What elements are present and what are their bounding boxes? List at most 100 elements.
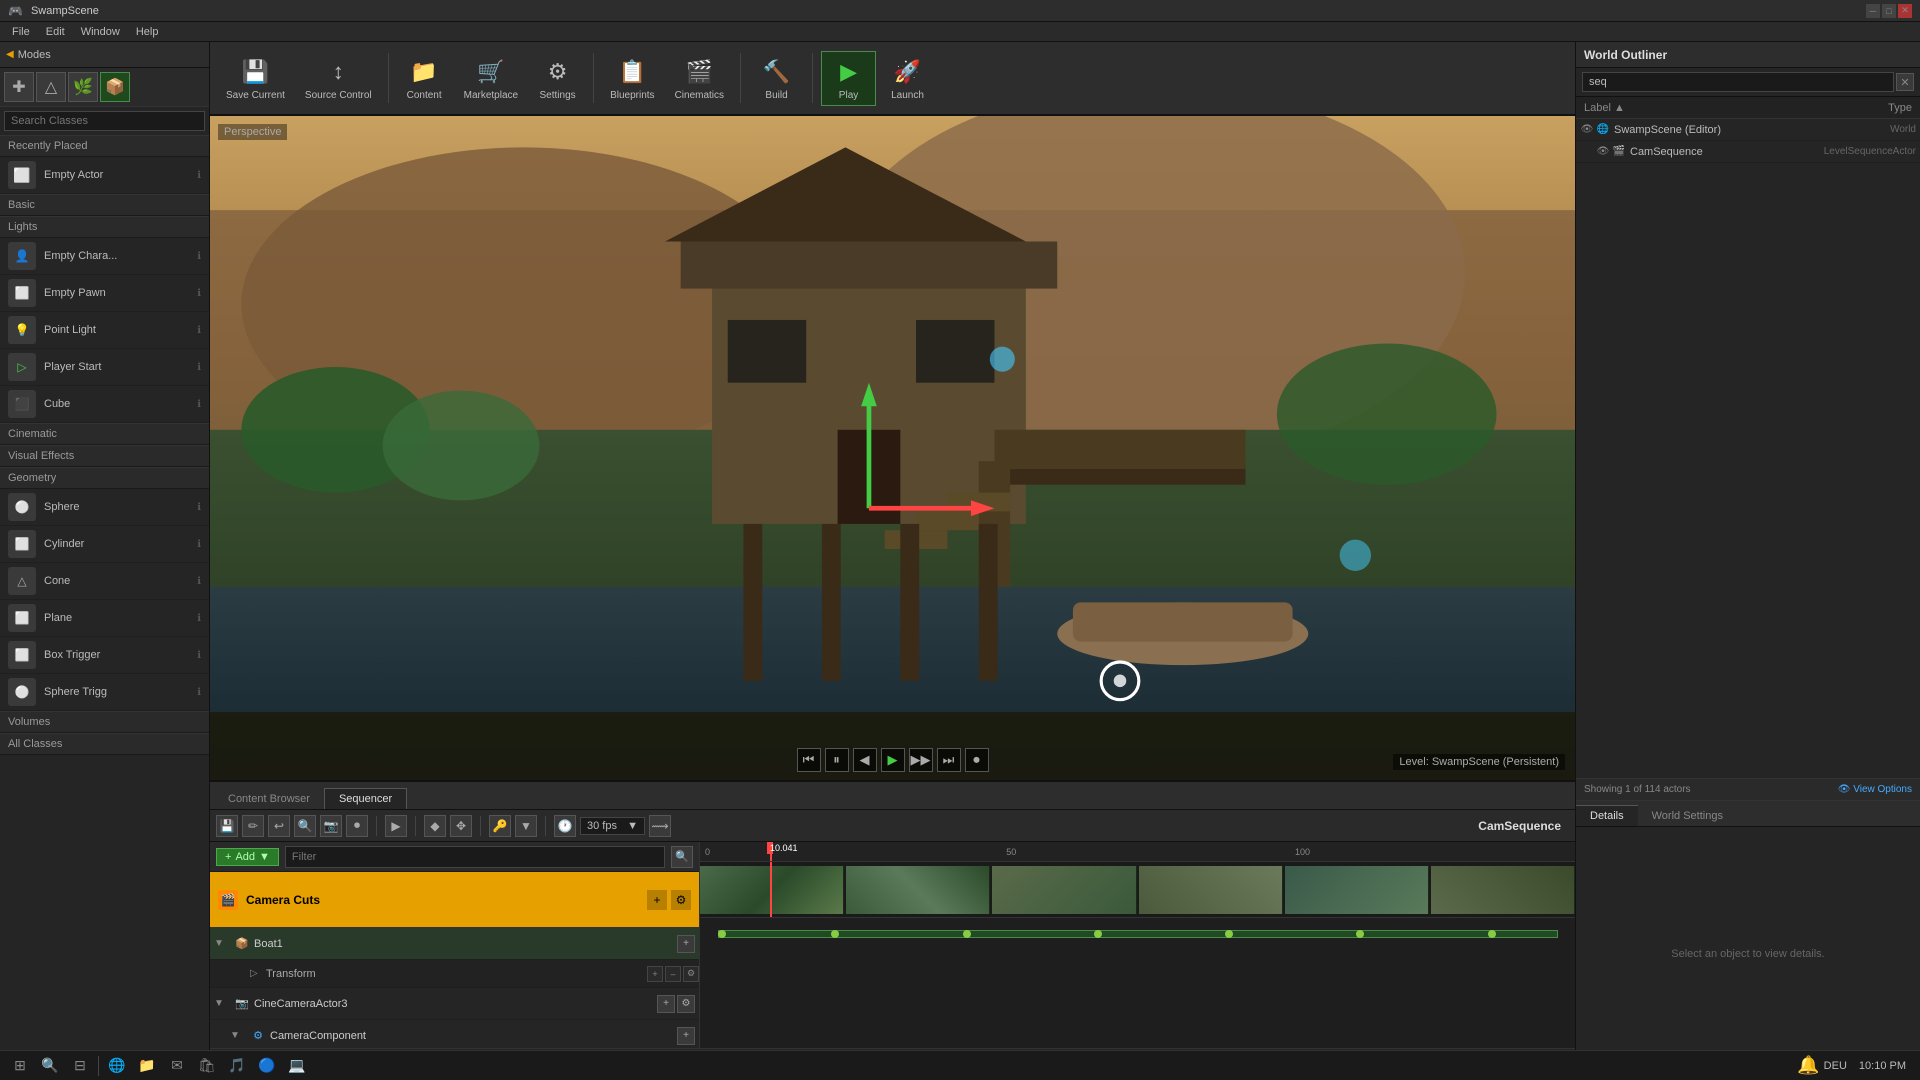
track-cinecamera3[interactable]: ▼ 📷 CineCameraActor3 + ⚙ [210,988,699,1020]
seq-search-btn[interactable]: 🔍 [294,815,316,837]
vp-ctrl-skip-start[interactable]: ⏮ [797,748,821,772]
taskbar-notification-icon[interactable]: 🔔 [1797,1055,1819,1076]
outliner-item-swampscene[interactable]: 👁 🌐 SwampScene (Editor) World [1576,119,1920,141]
source-control-button[interactable]: ↕ Source Control [297,52,380,105]
vp-ctrl-skip-end[interactable]: ⏭ [937,748,961,772]
place-item-sphere-trigg[interactable]: ⚪ Sphere Trigg ℹ [0,674,209,711]
taskbar-store-icon[interactable]: 🛍 [193,1053,221,1079]
seq-snap-btn[interactable]: ◆ [424,815,446,837]
viewport[interactable]: Perspective ⏮ ⏸ ◀ ▶ ▶▶ ⏭ ⏺ Level: SwampS… [210,116,1575,780]
place-mode-btn[interactable]: 📦 [100,72,130,102]
details-tab-world-settings[interactable]: World Settings [1638,806,1737,826]
boat1-transform-btn2[interactable]: – [665,966,681,982]
seq-find-btn[interactable]: ✏ [242,815,264,837]
camcomp-expand-icon[interactable]: ▼ [230,1030,246,1041]
build-button[interactable]: 🔨 Build [749,52,804,105]
place-item-empty-pawn[interactable]: ⬜ Empty Pawn ℹ [0,275,209,312]
place-item-cone[interactable]: △ Cone ℹ [0,563,209,600]
place-item-player-start[interactable]: ▷ Player Start ℹ [0,349,209,386]
maximize-button[interactable]: □ [1882,4,1896,18]
camera-cuts-settings-btn[interactable]: ⚙ [671,890,691,910]
kf-dot-boat1-4[interactable] [1094,930,1102,938]
taskbar-code-icon[interactable]: 💻 [283,1053,311,1079]
kf-dot-boat1-3[interactable] [963,930,971,938]
seq-filter-input[interactable] [285,846,665,868]
foliage-mode-btn[interactable]: 🌿 [68,72,98,102]
track-camera-cuts[interactable]: 🎬 Camera Cuts + ⚙ [210,872,699,928]
outliner-col-type[interactable]: Type [1880,102,1920,114]
camera-cuts-add-btn[interactable]: + [647,890,667,910]
seq-transform-btn[interactable]: ✥ [450,815,472,837]
outliner-search-input[interactable] [1582,72,1894,92]
marketplace-button[interactable]: 🛒 Marketplace [456,52,526,105]
taskbar-mail-icon[interactable]: ✉ [163,1053,191,1079]
seq-record-btn[interactable]: ⏺ [346,815,368,837]
taskbar-task-view-btn[interactable]: ⊟ [66,1053,94,1079]
track-boat1-transform[interactable]: ▷ Transform + – ⚙ [210,960,699,988]
taskbar-edge-icon[interactable]: 🌐 [103,1053,131,1079]
taskbar-start-btn[interactable]: ⊞ [6,1053,34,1079]
kf-dot-boat1-7[interactable] [1488,930,1496,938]
point-light-info[interactable]: ℹ [197,325,201,336]
empty-chara-info[interactable]: ℹ [197,251,201,262]
boat1-transform-btn1[interactable]: + [647,966,663,982]
cinecam3-expand-icon[interactable]: ▼ [214,998,230,1009]
seq-fps-display[interactable]: 30 fps ▼ [580,817,645,835]
select-mode-btn[interactable]: ✚ [4,72,34,102]
outliner-item-camsequence[interactable]: 👁 🎬 CamSequence LevelSequenceActor [1576,141,1920,163]
cylinder-info[interactable]: ℹ [197,539,201,550]
vp-ctrl-step-fwd[interactable]: ▶▶ [909,748,933,772]
tab-sequencer[interactable]: Sequencer [324,788,407,809]
seq-play-btn[interactable]: ▶ [385,815,407,837]
track-boat1[interactable]: ▼ 📦 Boat1 + [210,928,699,960]
place-item-cube[interactable]: ⬛ Cube ℹ [0,386,209,423]
sphere-info[interactable]: ℹ [197,502,201,513]
place-item-point-light[interactable]: 💡 Point Light ℹ [0,312,209,349]
settings-button[interactable]: ⚙ Settings [530,52,585,105]
landscape-mode-btn[interactable]: △ [36,72,66,102]
vp-ctrl-step-back[interactable]: ◀ [853,748,877,772]
plane-info[interactable]: ℹ [197,613,201,624]
search-classes-input[interactable] [4,111,205,131]
player-start-info[interactable]: ℹ [197,362,201,373]
empty-pawn-info[interactable]: ℹ [197,288,201,299]
play-button[interactable]: ▶ Play [821,51,876,106]
seq-add-button[interactable]: + Add ▼ [216,848,279,866]
track-cameracomponent[interactable]: ▼ ⚙ CameraComponent + [210,1020,699,1048]
seq-keyframe-btn[interactable]: 🔑 [489,815,511,837]
kf-dot-boat1-6[interactable] [1356,930,1364,938]
close-button[interactable]: ✕ [1898,4,1912,18]
cone-info[interactable]: ℹ [197,576,201,587]
taskbar-chrome-icon[interactable]: 🔵 [253,1053,281,1079]
taskbar-explorer-icon[interactable]: 📁 [133,1053,161,1079]
menu-file[interactable]: File [4,24,38,40]
cinecam3-add-btn[interactable]: + [657,995,675,1013]
menu-help[interactable]: Help [128,24,167,40]
tab-content-browser[interactable]: Content Browser [214,788,324,809]
seq-undo-btn[interactable]: ↩ [268,815,290,837]
minimize-button[interactable]: ─ [1866,4,1880,18]
cube-info[interactable]: ℹ [197,399,201,410]
vp-ctrl-play[interactable]: ▶ [881,748,905,772]
boat1-transform-expand[interactable]: ▷ [250,968,266,979]
menu-edit[interactable]: Edit [38,24,73,40]
place-item-sphere[interactable]: ⚪ Sphere ℹ [0,489,209,526]
boat1-transform-btn3[interactable]: ⚙ [683,966,699,982]
camcomp-add-btn[interactable]: + [677,1027,695,1045]
boat1-add-btn[interactable]: + [677,935,695,953]
camsequence-visibility-icon[interactable]: 👁 [1596,145,1610,159]
outliner-search-clear[interactable]: ✕ [1896,73,1914,91]
taskbar-search-btn[interactable]: 🔍 [36,1053,64,1079]
empty-actor-info[interactable]: ℹ [197,170,201,181]
taskbar-spotify-icon[interactable]: 🎵 [223,1053,251,1079]
kf-dot-boat1-5[interactable] [1225,930,1233,938]
boat1-expand-icon[interactable]: ▼ [214,938,230,949]
seq-camera-btn[interactable]: 📷 [320,815,342,837]
kf-dot-boat1-2[interactable] [831,930,839,938]
place-item-plane[interactable]: ⬜ Plane ℹ [0,600,209,637]
seq-clock-btn[interactable]: 🕐 [554,815,576,837]
seq-save-btn[interactable]: 💾 [216,815,238,837]
content-button[interactable]: 📁 Content [397,52,452,105]
details-tab-details[interactable]: Details [1576,805,1638,826]
cinecam3-settings-btn[interactable]: ⚙ [677,995,695,1013]
